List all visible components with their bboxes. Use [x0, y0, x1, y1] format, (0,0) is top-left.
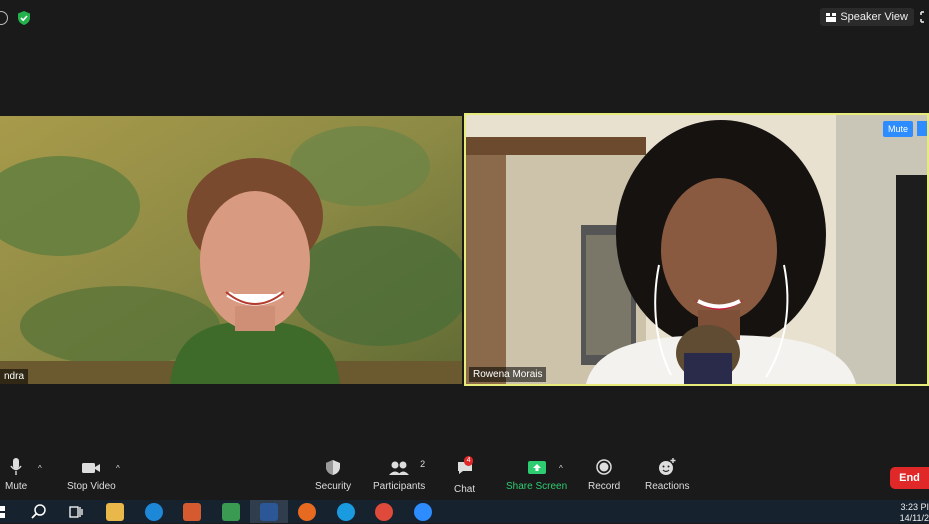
participants-icon [389, 461, 410, 475]
fullscreen-icon[interactable] [919, 11, 929, 23]
reactions-button[interactable]: Reactions [645, 456, 689, 492]
firefox-icon[interactable] [298, 503, 316, 521]
chat-button[interactable]: 4 Chat [454, 456, 475, 495]
edge-browser-icon[interactable] [145, 503, 163, 521]
clock-date: 14/11/2 [899, 513, 929, 523]
stop-video-label: Stop Video [67, 481, 116, 492]
share-screen-icon [527, 461, 546, 474]
taskbar-clock[interactable]: 3:23 PI 14/11/2 [900, 502, 929, 524]
powerpoint-icon[interactable] [183, 503, 201, 521]
word-icon[interactable] [260, 503, 278, 521]
windows-taskbar [0, 500, 929, 523]
shield-check-icon[interactable] [16, 10, 32, 26]
clock-time: 3:23 PI [900, 502, 929, 512]
video-tile-active-speaker[interactable]: Rowena Morais Mute [464, 113, 929, 386]
grid-icon [826, 12, 837, 22]
chat-label: Chat [454, 484, 476, 495]
participants-count: 2 [420, 459, 426, 469]
file-explorer-icon[interactable] [106, 503, 124, 521]
participant-video [0, 116, 462, 384]
microphone-icon [10, 458, 22, 475]
chrome-icon[interactable] [375, 503, 393, 521]
participant-video [466, 115, 927, 384]
info-icon[interactable] [0, 11, 8, 25]
meeting-toolbar: Mute ^ Stop Video ^ Security 2 Participa… [0, 456, 929, 500]
reactions-label: Reactions [645, 481, 690, 492]
video-camera-icon [82, 463, 101, 473]
app-icon[interactable] [222, 503, 240, 521]
share-screen-button[interactable]: Share Screen [506, 456, 567, 492]
shield-icon [326, 460, 341, 475]
participant-name-tag: Rowena Morais [469, 367, 547, 382]
participant-name-tag: ndra [0, 369, 29, 384]
video-tile-participant-1[interactable]: ndra [0, 116, 462, 384]
end-meeting-button[interactable]: End [890, 467, 929, 489]
record-label: Record [588, 481, 621, 492]
chevron-up-icon[interactable]: ^ [38, 464, 42, 473]
top-left-icons [0, 10, 32, 26]
chevron-up-icon[interactable]: ^ [116, 464, 120, 473]
participants-button[interactable]: 2 Participants [373, 456, 425, 492]
record-icon [596, 459, 612, 475]
participant-more-button[interactable] [917, 121, 927, 136]
zoom-icon[interactable] [414, 503, 432, 521]
speaker-view-button[interactable]: Speaker View [820, 8, 914, 26]
record-button[interactable]: Record [588, 456, 620, 492]
participants-label: Participants [373, 481, 426, 492]
mute-button[interactable]: Mute [5, 456, 27, 492]
participant-mute-button[interactable]: Mute [882, 121, 913, 137]
share-screen-label: Share Screen [506, 481, 568, 492]
security-label: Security [315, 481, 352, 492]
speaker-view-label: Speaker View [840, 11, 908, 23]
emoji-plus-icon [659, 458, 676, 475]
task-view-icon[interactable] [67, 503, 85, 521]
windows-start-icon[interactable] [0, 503, 18, 521]
mute-label: Mute [5, 481, 28, 492]
search-icon[interactable] [30, 503, 48, 521]
skype-icon[interactable] [337, 503, 355, 521]
chevron-up-icon[interactable]: ^ [559, 464, 563, 473]
stop-video-button[interactable]: Stop Video [67, 456, 116, 492]
security-button[interactable]: Security [315, 456, 351, 492]
